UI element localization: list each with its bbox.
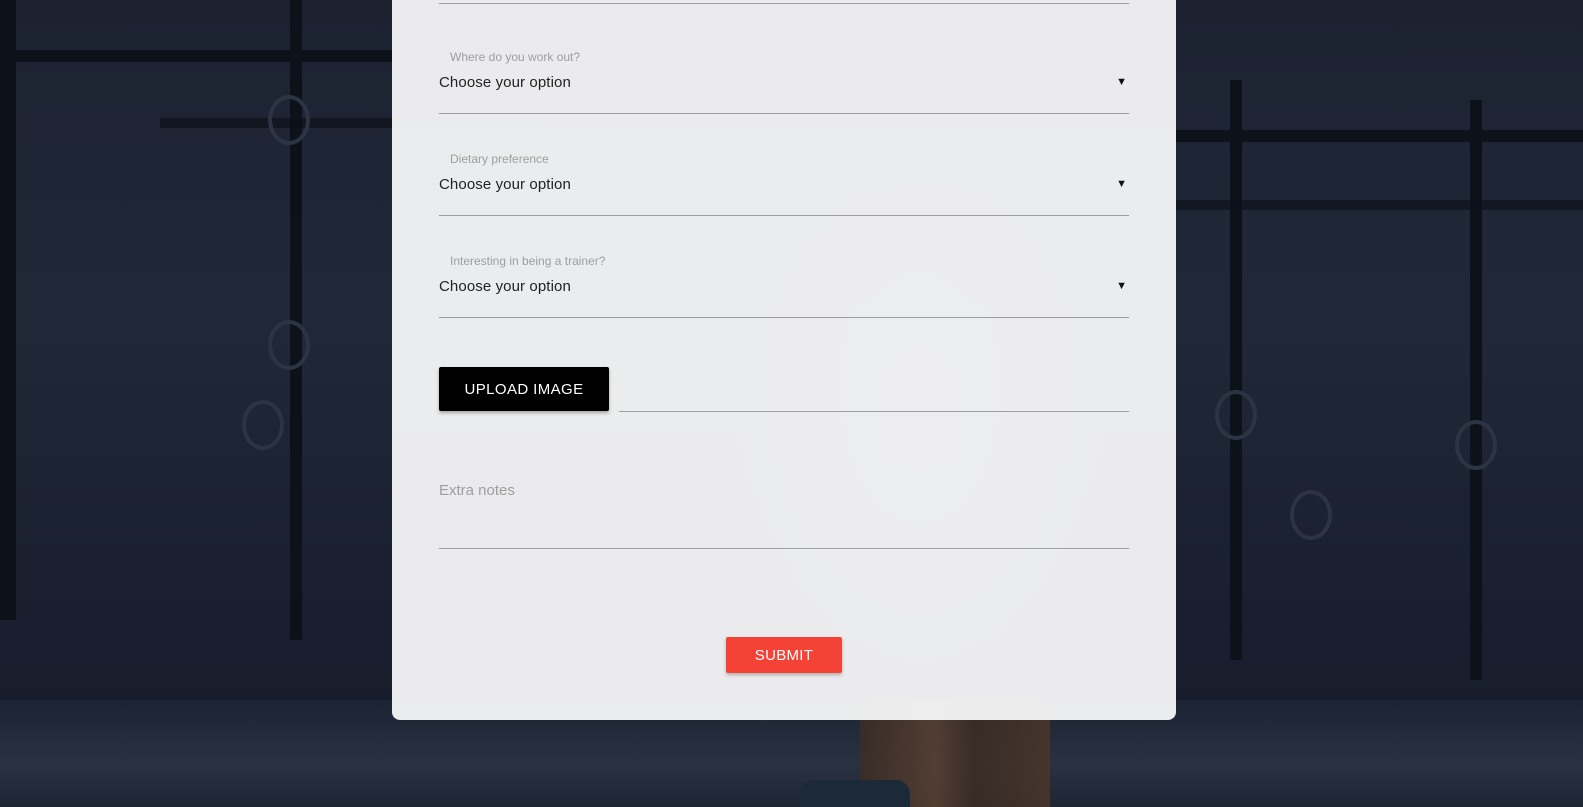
select-underline	[439, 113, 1129, 114]
dietary-preference-value[interactable]: Choose your option	[439, 176, 571, 193]
rig-post	[1470, 100, 1482, 680]
rig-beam	[1176, 200, 1583, 210]
previous-field-underline	[439, 3, 1129, 4]
gym-ring	[1290, 490, 1332, 540]
caret-down-icon[interactable]: ▼	[1116, 280, 1127, 292]
athlete-shoe	[800, 780, 910, 807]
workout-location-value[interactable]: Choose your option	[439, 74, 571, 91]
trainer-interest-select[interactable]: Interesting in being a trainer? Choose y…	[439, 254, 1129, 318]
select-underline	[439, 317, 1129, 318]
upload-image-button[interactable]: UPLOAD IMAGE	[439, 367, 609, 411]
rig-beam	[1176, 130, 1583, 142]
gym-ring	[1215, 390, 1257, 440]
rig-post	[1230, 80, 1242, 660]
rig-post	[0, 0, 16, 620]
caret-down-icon[interactable]: ▼	[1116, 76, 1127, 88]
notes-underline	[439, 548, 1129, 549]
workout-location-label: Where do you work out?	[450, 50, 581, 64]
gym-ring	[242, 400, 284, 450]
trainer-interest-value[interactable]: Choose your option	[439, 278, 571, 295]
select-underline	[439, 215, 1129, 216]
caret-down-icon[interactable]: ▼	[1116, 178, 1127, 190]
gym-ring	[268, 320, 310, 370]
extra-notes-textarea[interactable]: Extra notes	[439, 474, 1129, 549]
dietary-preference-select[interactable]: Dietary preference Choose your option ▼	[439, 152, 1129, 216]
rig-beam	[0, 50, 392, 62]
submit-button[interactable]: SUBMIT	[726, 637, 842, 673]
workout-location-select[interactable]: Where do you work out? Choose your optio…	[439, 50, 1129, 114]
form-panel: Where do you work out? Choose your optio…	[392, 0, 1176, 720]
dietary-preference-label: Dietary preference	[450, 152, 549, 166]
trainer-interest-label: Interesting in being a trainer?	[450, 254, 606, 268]
extra-notes-placeholder: Extra notes	[439, 482, 515, 499]
upload-file-path-input[interactable]	[619, 379, 1129, 412]
gym-ring	[1455, 420, 1497, 470]
gym-ring	[268, 95, 310, 145]
